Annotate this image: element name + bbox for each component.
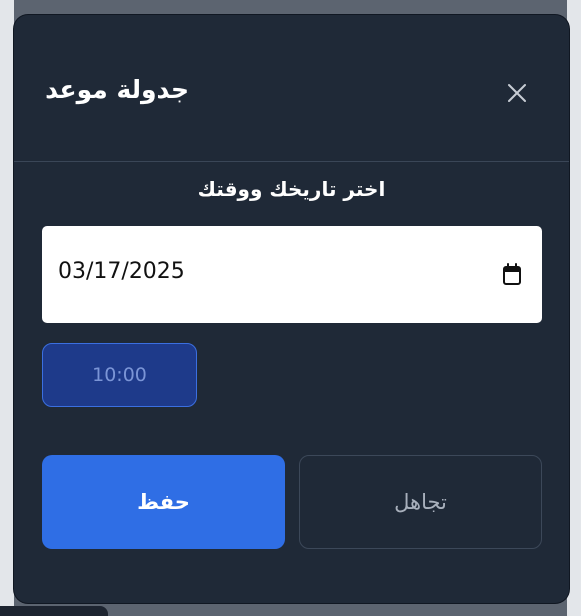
backdrop-right [567,0,581,616]
calendar-icon[interactable] [502,262,522,286]
schedule-dialog: جدولة موعد اختر تاريخك ووقتك 03/17/2025 … [14,15,569,603]
close-button[interactable] [499,75,535,111]
dialog-title: جدولة موعد [45,75,189,104]
date-value: 03/17/2025 [58,259,185,284]
ignore-button[interactable]: تجاهل [299,455,542,549]
date-input[interactable]: 03/17/2025 [42,226,542,323]
date-time-prompt: اختر تاريخك ووقتك [197,177,386,201]
close-icon [508,84,526,102]
backdrop-left [0,0,14,616]
time-option-button[interactable]: 10:00 [42,343,197,407]
backdrop-tab [0,606,108,616]
dialog-header: جدولة موعد [14,15,569,162]
save-button[interactable]: حفظ [42,455,285,549]
